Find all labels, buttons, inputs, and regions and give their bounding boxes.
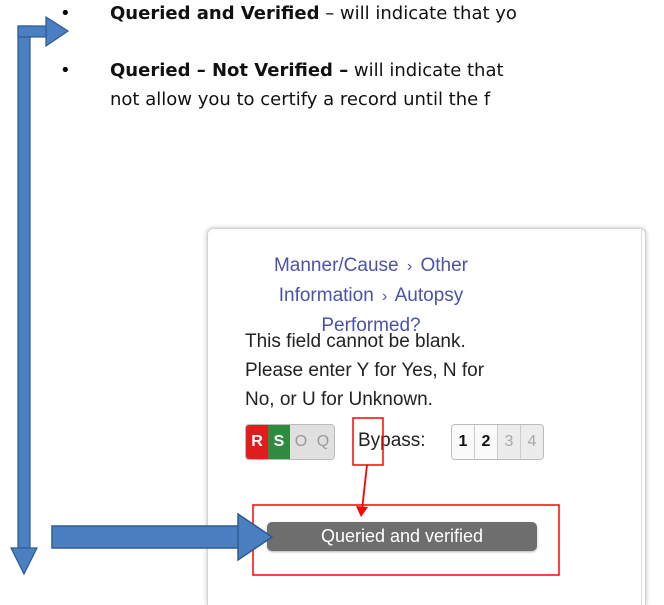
- panel-divider: [641, 229, 642, 605]
- queried-and-verified-button[interactable]: Queried and verified: [267, 522, 537, 551]
- term-description: – will indicate that yo: [319, 3, 517, 24]
- breadcrumb-separator-icon: ›: [406, 258, 413, 275]
- breadcrumb-link[interactable]: Other: [420, 255, 468, 276]
- status-r-button[interactable]: R: [246, 425, 268, 459]
- bypass-2-button[interactable]: 2: [475, 425, 498, 459]
- bypass-4-button[interactable]: 4: [521, 425, 543, 459]
- bullet-continuation: not allow you to certify a record until …: [110, 89, 491, 110]
- breadcrumb-link[interactable]: Autopsy: [395, 285, 464, 306]
- term-queried-verified: Queried and Verified: [110, 3, 320, 24]
- bullet-icon: •: [60, 60, 71, 81]
- breadcrumb-separator-icon: ›: [382, 288, 388, 305]
- validation-panel: Manner/Cause › Other Information › Autop…: [207, 228, 646, 605]
- status-button-group: R S O Q: [245, 424, 335, 460]
- message-line: Please enter Y for Yes, N for: [245, 360, 485, 381]
- blue-arrow-shaft-top: [17, 25, 49, 38]
- status-s-button[interactable]: S: [268, 425, 290, 459]
- bypass-label: Bypass:: [358, 430, 426, 451]
- term-queried-not-verified: Queried – Not Verified –: [110, 60, 349, 81]
- bullet-queried-not-verified: Queried – Not Verified – will indicate t…: [110, 60, 504, 81]
- message-line: No, or U for Unknown.: [245, 389, 433, 410]
- bypass-3-button[interactable]: 3: [498, 425, 521, 459]
- message-line: This field cannot be blank.: [245, 331, 466, 352]
- blue-arrow-head-down: [10, 547, 38, 576]
- status-q-button[interactable]: Q: [312, 425, 334, 459]
- blue-arrow-shaft-vertical: [17, 25, 31, 551]
- status-o-button[interactable]: O: [290, 425, 312, 459]
- bypass-1-button[interactable]: 1: [452, 425, 475, 459]
- term-description: will indicate that: [348, 60, 504, 81]
- bypass-level-group: 1 2 3 4: [451, 424, 544, 460]
- bullet-queried-verified: Queried and Verified – will indicate tha…: [110, 3, 517, 24]
- breadcrumb-link[interactable]: Manner/Cause: [274, 255, 399, 276]
- bullet-icon: •: [60, 3, 71, 24]
- breadcrumb-link[interactable]: Information: [279, 285, 374, 306]
- validation-message: This field cannot be blank. Please enter…: [245, 327, 565, 414]
